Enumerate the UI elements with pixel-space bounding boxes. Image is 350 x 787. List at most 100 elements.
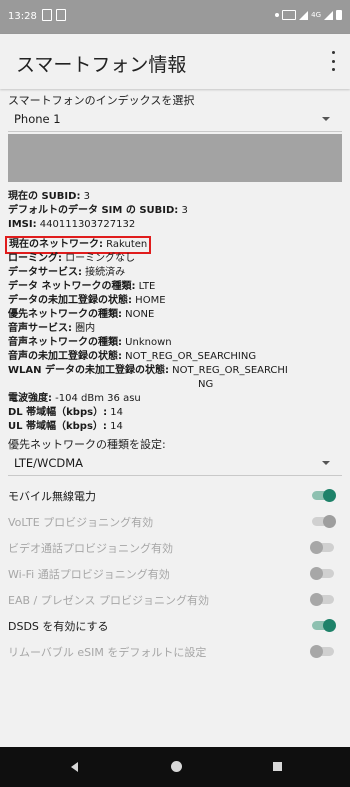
info-key: IMSI:	[8, 219, 37, 230]
toggle-row: リムーバブル eSIM をデフォルトに設定	[8, 638, 342, 664]
phone-index-label: スマートフォンのインデックスを選択	[8, 94, 195, 107]
status-time: 13:28	[8, 11, 37, 22]
info-key: 音声の未加工登録の状態:	[8, 351, 122, 362]
preferred-network-dropdown[interactable]: LTE/WCDMA	[8, 452, 342, 478]
toggle-switch[interactable]	[310, 619, 336, 632]
toggle-list: モバイル無線電力 VoLTE プロビジョニング有効ビデオ通話プロビジョニング有効 W…	[8, 482, 342, 664]
toggle-switch	[310, 593, 336, 606]
info-key: ローミング:	[8, 253, 62, 264]
phone-index-dropdown[interactable]: Phone 1	[8, 108, 342, 134]
info-row: DL 帯域幅（kbps）: 14	[8, 406, 342, 420]
info-row: データの未加工登録の状態: HOME	[8, 294, 342, 308]
info-row: 音声ネットワークの種類: Unknown	[8, 336, 342, 350]
dropdown-arrow-icon	[322, 461, 330, 465]
info-row: 電波強度: -104 dBm 36 asu	[8, 392, 342, 406]
status-notification-icons	[42, 9, 66, 21]
toggle-label: EAB / プレゼンス プロビジョニング有効	[8, 594, 209, 607]
toggle-row[interactable]: モバイル無線電力	[8, 482, 342, 508]
notification-icon	[56, 9, 66, 21]
info-value: 440111303727132	[36, 219, 136, 230]
toggle-switch[interactable]	[310, 489, 336, 502]
toggle-label: VoLTE プロビジョニング有効	[8, 516, 154, 529]
network-type-icon	[282, 10, 297, 20]
preferred-network-label: 優先ネットワークの種類を設定:	[8, 438, 166, 451]
toggle-row: ビデオ通話プロビジョニング有効	[8, 534, 342, 560]
page-title: スマートフォン情報	[16, 54, 187, 76]
info-row: UL 帯域幅（kbps）: 14	[8, 420, 342, 434]
info-value: HOME	[132, 295, 166, 306]
signal-icon	[299, 10, 309, 20]
navigation-bar	[0, 747, 350, 787]
dropdown-arrow-icon	[322, 117, 330, 121]
toggle-switch	[310, 645, 336, 658]
phone-index-value: Phone 1	[14, 112, 61, 126]
current-network-row-highlighted: 現在のネットワーク: Rakuten	[4, 236, 152, 254]
info-key: UL 帯域幅（kbps）:	[8, 421, 107, 432]
info-value: 3	[178, 205, 188, 216]
redacted-area	[8, 134, 342, 182]
info-row: 音声サービス: 圏内	[8, 322, 342, 336]
status-system-icons: 4G	[275, 10, 342, 20]
info-value: NOT_REG_OR_SEARCHI	[169, 365, 288, 376]
info-key: 優先ネットワークの種類:	[8, 309, 122, 320]
info-value: Rakuten	[103, 239, 148, 250]
info-key: データサービス:	[8, 267, 82, 278]
info-row: 音声の未加工登録の状態: NOT_REG_OR_SEARCHING	[8, 350, 342, 364]
info-key: DL 帯域幅（kbps）:	[8, 407, 108, 418]
home-icon[interactable]	[171, 761, 182, 772]
info-key: データ ネットワークの種類:	[8, 281, 136, 292]
info-key: WLAN データの未加工登録の状態:	[8, 365, 169, 376]
toggle-label: DSDS を有効にする	[8, 620, 109, 633]
more-vert-icon[interactable]	[330, 51, 336, 71]
info-list: 現在の SUBID: 3 デフォルトのデータ SIM の SUBID: 3 IMSI…	[4, 190, 342, 434]
info-value-continuation: NG	[198, 379, 214, 390]
info-key: 現在のネットワーク:	[9, 239, 103, 250]
toggle-row: VoLTE プロビジョニング有効	[8, 508, 342, 534]
preferred-network-value: LTE/WCDMA	[14, 456, 84, 470]
info-value: 3	[80, 191, 90, 202]
info-value: NONE	[122, 309, 155, 320]
info-key: デフォルトのデータ SIM の SUBID:	[8, 205, 179, 216]
info-value: 圏内	[72, 323, 96, 334]
toggle-label: モバイル無線電力	[8, 490, 96, 503]
info-key: 現在の SUBID:	[8, 191, 81, 202]
info-key: データの未加工登録の状態:	[8, 295, 132, 306]
app-bar: スマートフォン情報	[0, 34, 350, 89]
notification-icon	[42, 9, 52, 21]
toggle-row[interactable]: DSDS を有効にする	[8, 612, 342, 638]
info-value: 接続済み	[82, 267, 126, 278]
info-key: 音声ネットワークの種類:	[8, 337, 122, 348]
toggle-label: Wi-Fi 通話プロビジョニング有効	[8, 568, 170, 581]
toggle-switch	[310, 541, 336, 554]
info-key: 電波強度:	[8, 393, 52, 404]
info-value: Unknown	[122, 337, 172, 348]
info-value: 14	[106, 421, 123, 432]
info-value: ローミングなし	[62, 253, 136, 264]
status-bar: 13:28 4G	[0, 0, 350, 34]
info-row: WLAN データの未加工登録の状態: NOT_REG_OR_SEARCHI	[8, 364, 342, 378]
info-value: LTE	[135, 281, 156, 292]
main-content: スマートフォンのインデックスを選択 Phone 1 現在の SUBID: 3 デフ…	[4, 92, 342, 664]
info-row: デフォルトのデータ SIM の SUBID: 3	[8, 204, 342, 218]
toggle-label: リムーバブル eSIM をデフォルトに設定	[8, 646, 207, 659]
info-row: IMSI: 440111303727132	[8, 218, 342, 232]
info-value: -104 dBm 36 asu	[52, 393, 141, 404]
info-key: 音声サービス:	[8, 323, 72, 334]
toggle-label: ビデオ通話プロビジョニング有効	[8, 542, 173, 555]
info-row: データサービス: 接続済み	[8, 266, 342, 280]
back-icon[interactable]	[71, 762, 78, 772]
toggle-row: Wi-Fi 通話プロビジョニング有効	[8, 560, 342, 586]
signal-icon	[324, 10, 333, 20]
info-value: NOT_REG_OR_SEARCHING	[122, 351, 257, 362]
lte-icon: 4G	[311, 11, 321, 19]
toggle-switch	[310, 515, 336, 528]
dot-icon	[275, 13, 280, 17]
toggle-switch	[310, 567, 336, 580]
info-value: 14	[107, 407, 123, 418]
recents-icon[interactable]	[273, 762, 282, 771]
info-row: 現在の SUBID: 3	[8, 190, 342, 204]
info-row: データ ネットワークの種類: LTE	[8, 280, 342, 294]
info-row: ローミング: ローミングなし	[8, 252, 342, 266]
toggle-row: EAB / プレゼンス プロビジョニング有効	[8, 586, 342, 612]
battery-icon	[336, 10, 342, 20]
